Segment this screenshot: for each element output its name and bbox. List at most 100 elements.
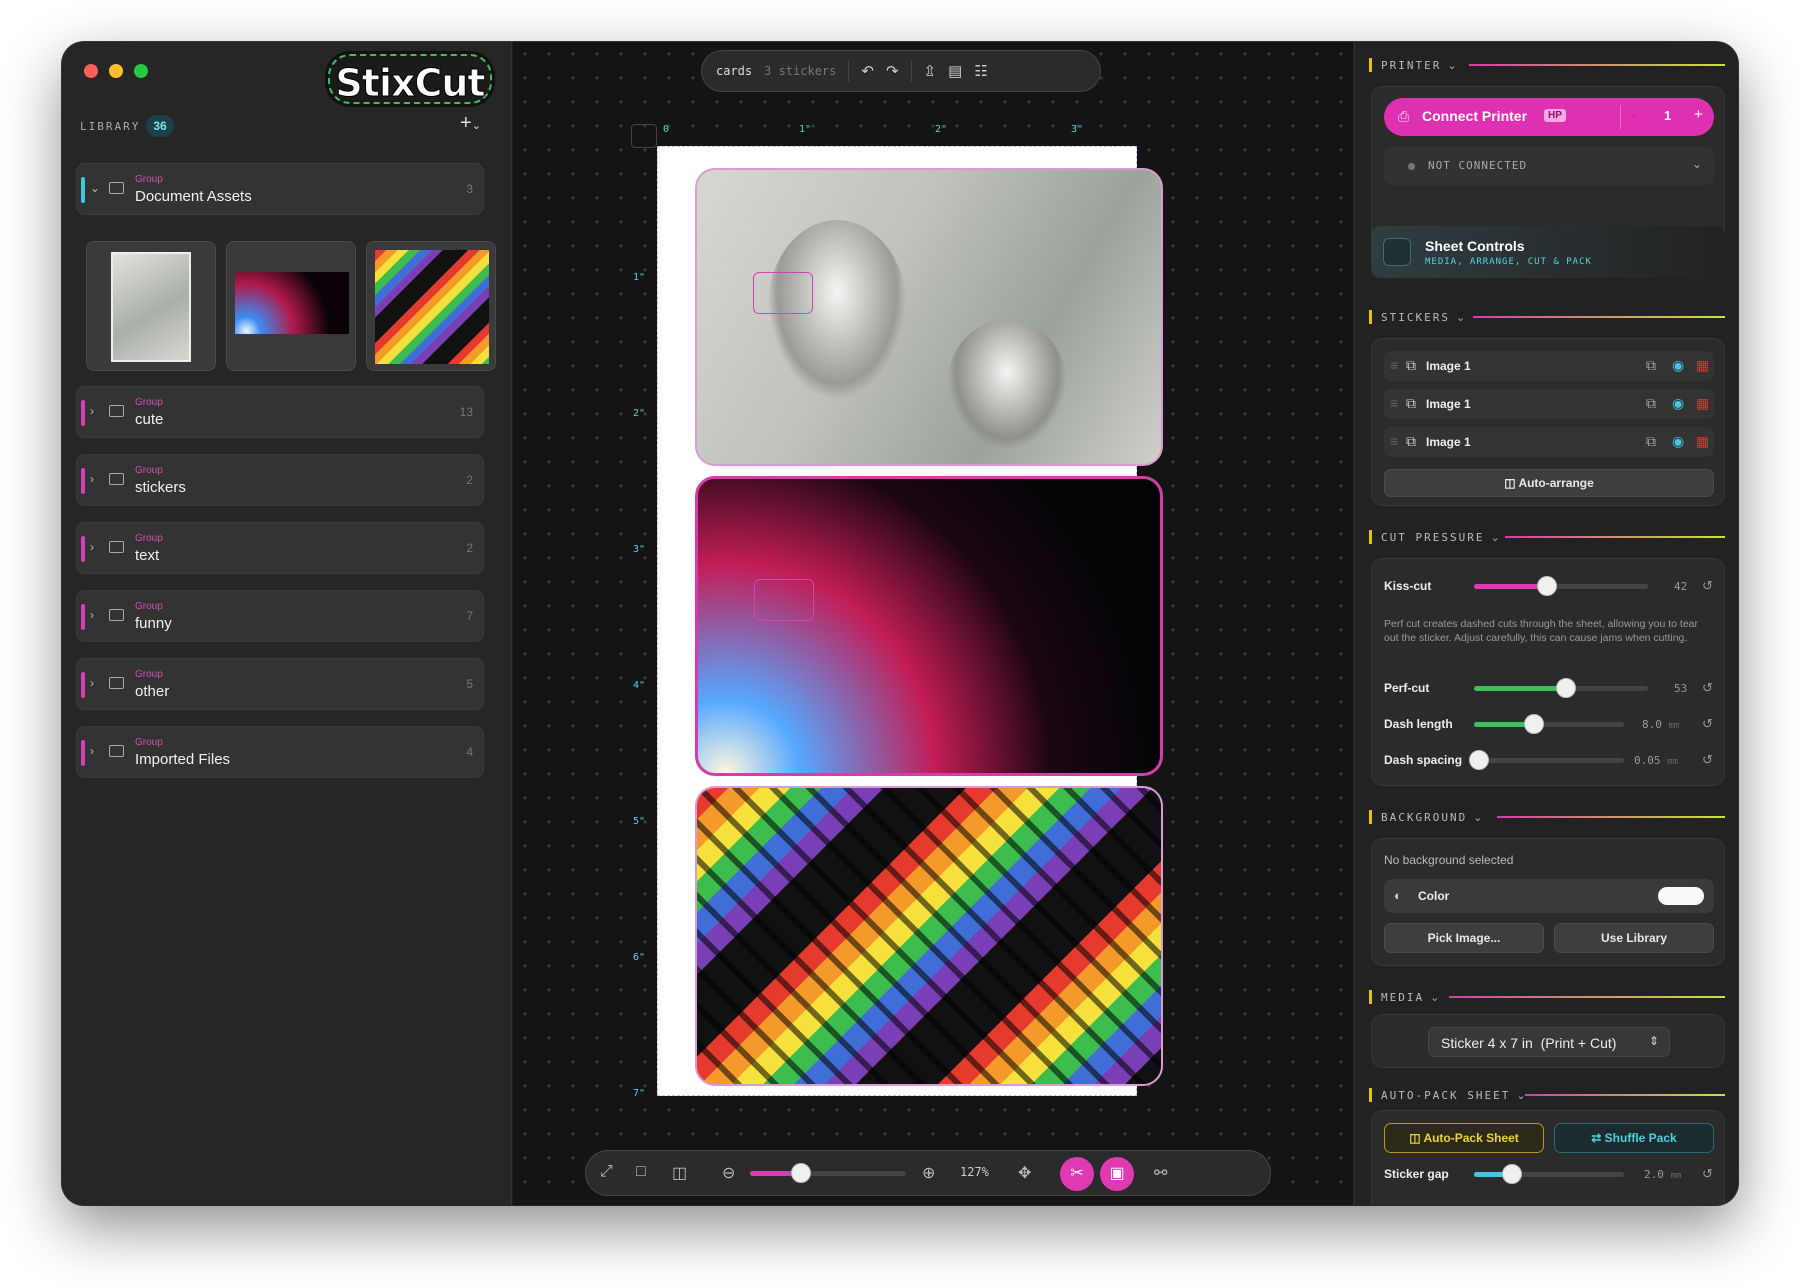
dash-spacing-number: 0.05 xyxy=(1634,754,1661,767)
use-library-button[interactable]: Use Library xyxy=(1554,923,1714,953)
cut-selection-marker[interactable] xyxy=(753,272,813,314)
chevron-right-icon[interactable]: › xyxy=(90,404,94,418)
media-select[interactable]: Sticker 4 x 7 in (Print + Cut) ⇕ xyxy=(1428,1027,1670,1057)
reset-icon[interactable]: ↺ xyxy=(1702,680,1713,696)
reset-icon[interactable]: ↺ xyxy=(1702,752,1713,768)
library-group-stickers[interactable]: › Group stickers 2 xyxy=(76,454,484,506)
dash-length-slider[interactable] xyxy=(1474,714,1624,734)
library-group-document-assets[interactable]: ⌄ Group Document Assets 3 xyxy=(76,163,484,215)
sticker-gap-slider[interactable] xyxy=(1474,1164,1624,1184)
cut-pressure-section-header[interactable]: CUT PRESSURE ⌄ xyxy=(1369,530,1725,544)
reset-icon[interactable]: ↺ xyxy=(1702,716,1713,732)
library-group-funny[interactable]: › Group funny 7 xyxy=(76,590,484,642)
redo-icon[interactable]: ↷ xyxy=(886,62,899,80)
asset-thumbnail-gradient[interactable] xyxy=(226,241,356,371)
duplicate-icon[interactable]: ⧉ xyxy=(1646,357,1656,374)
zoom-window-button[interactable] xyxy=(134,64,148,78)
kiss-cut-value: 42 xyxy=(1674,580,1688,593)
sticker-image-birds[interactable] xyxy=(695,168,1163,466)
zoom-out-icon[interactable]: ⊖ xyxy=(722,1163,735,1183)
folder-open-icon[interactable]: ▤ xyxy=(948,62,962,80)
sheet-controls-button[interactable]: Sheet Controls MEDIA, ARRANGE, CUT & PAC… xyxy=(1371,226,1725,278)
move-icon[interactable]: ✥ xyxy=(1018,1163,1031,1183)
duplicate-icon[interactable]: ⧉ xyxy=(1646,433,1656,450)
chevron-right-icon[interactable]: › xyxy=(90,540,94,554)
export-file-icon[interactable]: ☷ xyxy=(974,62,987,80)
sticker-row[interactable]: ≡ ⧉ Image 1 ⧉ ◉ ▦ xyxy=(1384,427,1714,457)
drag-handle-icon[interactable]: ≡ xyxy=(1390,433,1398,449)
share-icon[interactable]: ⇫ xyxy=(924,62,937,80)
color-background-row[interactable]: ◐ Color xyxy=(1384,879,1714,913)
printer-section-header[interactable]: PRINTER ⌄ xyxy=(1369,58,1725,72)
chevron-right-icon[interactable]: › xyxy=(90,472,94,486)
fit-icon[interactable]: ⤢ xyxy=(600,1163,613,1181)
reset-icon[interactable]: ↺ xyxy=(1702,1166,1713,1182)
sticker-row[interactable]: ≡ ⧉ Image 1 ⧉ ◉ ▦ xyxy=(1384,389,1714,419)
connect-printer-button[interactable]: ⎙ Connect Printer HP − 1 + xyxy=(1384,98,1714,136)
increment-copies-button[interactable]: + xyxy=(1694,106,1703,123)
slider-knob[interactable] xyxy=(1501,1164,1522,1184)
library-group-cute[interactable]: › Group cute 13 xyxy=(76,386,484,438)
document-name[interactable]: cards xyxy=(716,64,752,78)
decrement-copies-button[interactable]: − xyxy=(1630,107,1638,123)
slider-knob[interactable] xyxy=(1556,678,1577,698)
section-marker xyxy=(1369,990,1372,1004)
add-library-button[interactable]: +⌄ xyxy=(460,112,481,135)
zoom-in-icon[interactable]: ⊕ xyxy=(922,1163,935,1183)
duplicate-icon[interactable]: ⧉ xyxy=(1646,395,1656,412)
visibility-eye-icon[interactable]: ◉ xyxy=(1672,433,1684,450)
slider-knob[interactable] xyxy=(1537,576,1558,596)
asset-thumbnail-birds[interactable] xyxy=(86,241,216,371)
undo-icon[interactable]: ↶ xyxy=(861,62,874,80)
minimize-window-button[interactable] xyxy=(109,64,123,78)
shuffle-pack-button[interactable]: ⇄ Shuffle Pack xyxy=(1554,1123,1714,1153)
cut-selection-marker[interactable] xyxy=(754,579,814,621)
dash-spacing-slider[interactable] xyxy=(1468,750,1624,770)
close-window-button[interactable] xyxy=(84,64,98,78)
sticker-image-gradient[interactable] xyxy=(695,476,1163,776)
chevron-right-icon[interactable]: › xyxy=(90,676,94,690)
perf-cut-slider[interactable] xyxy=(1474,678,1648,698)
library-group-imported-files[interactable]: › Group Imported Files 4 xyxy=(76,726,484,778)
folder-icon xyxy=(109,473,124,485)
canvas-area[interactable]: cards 3 stickers ↶ ↷ ⇫ ▤ ☷ 0 1" 2" 3" 1"… xyxy=(513,42,1353,1205)
delete-icon[interactable]: ▦ xyxy=(1696,433,1709,450)
slider-knob[interactable] xyxy=(1468,750,1489,770)
chevron-right-icon[interactable]: › xyxy=(90,744,94,758)
media-section-header[interactable]: MEDIA ⌄ xyxy=(1369,990,1725,1004)
cut-mode-button[interactable]: ✂ xyxy=(1060,1157,1094,1191)
visibility-eye-icon[interactable]: ◉ xyxy=(1672,357,1684,374)
auto-arrange-button[interactable]: ◫ Auto-arrange xyxy=(1384,469,1714,497)
pick-image-button[interactable]: Pick Image... xyxy=(1384,923,1544,953)
chevron-right-icon[interactable]: › xyxy=(90,608,94,622)
visibility-eye-icon[interactable]: ◉ xyxy=(1672,395,1684,412)
drag-handle-icon[interactable]: ≡ xyxy=(1390,395,1398,411)
section-title: AUTO-PACK SHEET xyxy=(1381,1088,1511,1102)
auto-pack-sheet-button[interactable]: ◫ Auto-Pack Sheet xyxy=(1384,1123,1544,1153)
zoom-slider[interactable] xyxy=(750,1163,906,1183)
auto-pack-section-header[interactable]: AUTO-PACK SHEET ⌄ xyxy=(1369,1088,1725,1102)
print-mode-button[interactable]: ▣ xyxy=(1100,1157,1134,1191)
page-icon[interactable]: ◫ xyxy=(672,1163,687,1183)
slider-knob[interactable] xyxy=(1524,714,1544,734)
chevron-down-icon[interactable]: ⌄ xyxy=(90,181,100,195)
reset-icon[interactable]: ↺ xyxy=(1702,578,1713,594)
color-swatch[interactable] xyxy=(1658,887,1704,905)
library-group-text[interactable]: › Group text 2 xyxy=(76,522,484,574)
stickers-section-header[interactable]: STICKERS ⌄ xyxy=(1369,310,1725,324)
asset-thumbnail-rainbow[interactable] xyxy=(366,241,496,371)
drag-handle-icon[interactable]: ≡ xyxy=(1390,357,1398,373)
printer-status-select[interactable]: NOT CONNECTED ⌄ xyxy=(1384,147,1714,185)
background-section-header[interactable]: BACKGROUND ⌄ xyxy=(1369,810,1725,824)
perf-cut-value: 53 xyxy=(1674,682,1688,695)
sticker-image-rainbow-city[interactable] xyxy=(695,786,1163,1086)
unlock-icon[interactable]: ⚯ xyxy=(1154,1163,1167,1183)
library-group-other[interactable]: › Group other 5 xyxy=(76,658,484,710)
delete-icon[interactable]: ▦ xyxy=(1696,357,1709,374)
delete-icon[interactable]: ▦ xyxy=(1696,395,1709,412)
select-area-icon[interactable]: □ xyxy=(636,1163,646,1181)
zoom-slider-knob[interactable] xyxy=(791,1163,812,1183)
kiss-cut-slider[interactable] xyxy=(1474,576,1648,596)
sheet-icon xyxy=(1383,238,1411,266)
sticker-row[interactable]: ≡ ⧉ Image 1 ⧉ ◉ ▦ xyxy=(1384,351,1714,381)
